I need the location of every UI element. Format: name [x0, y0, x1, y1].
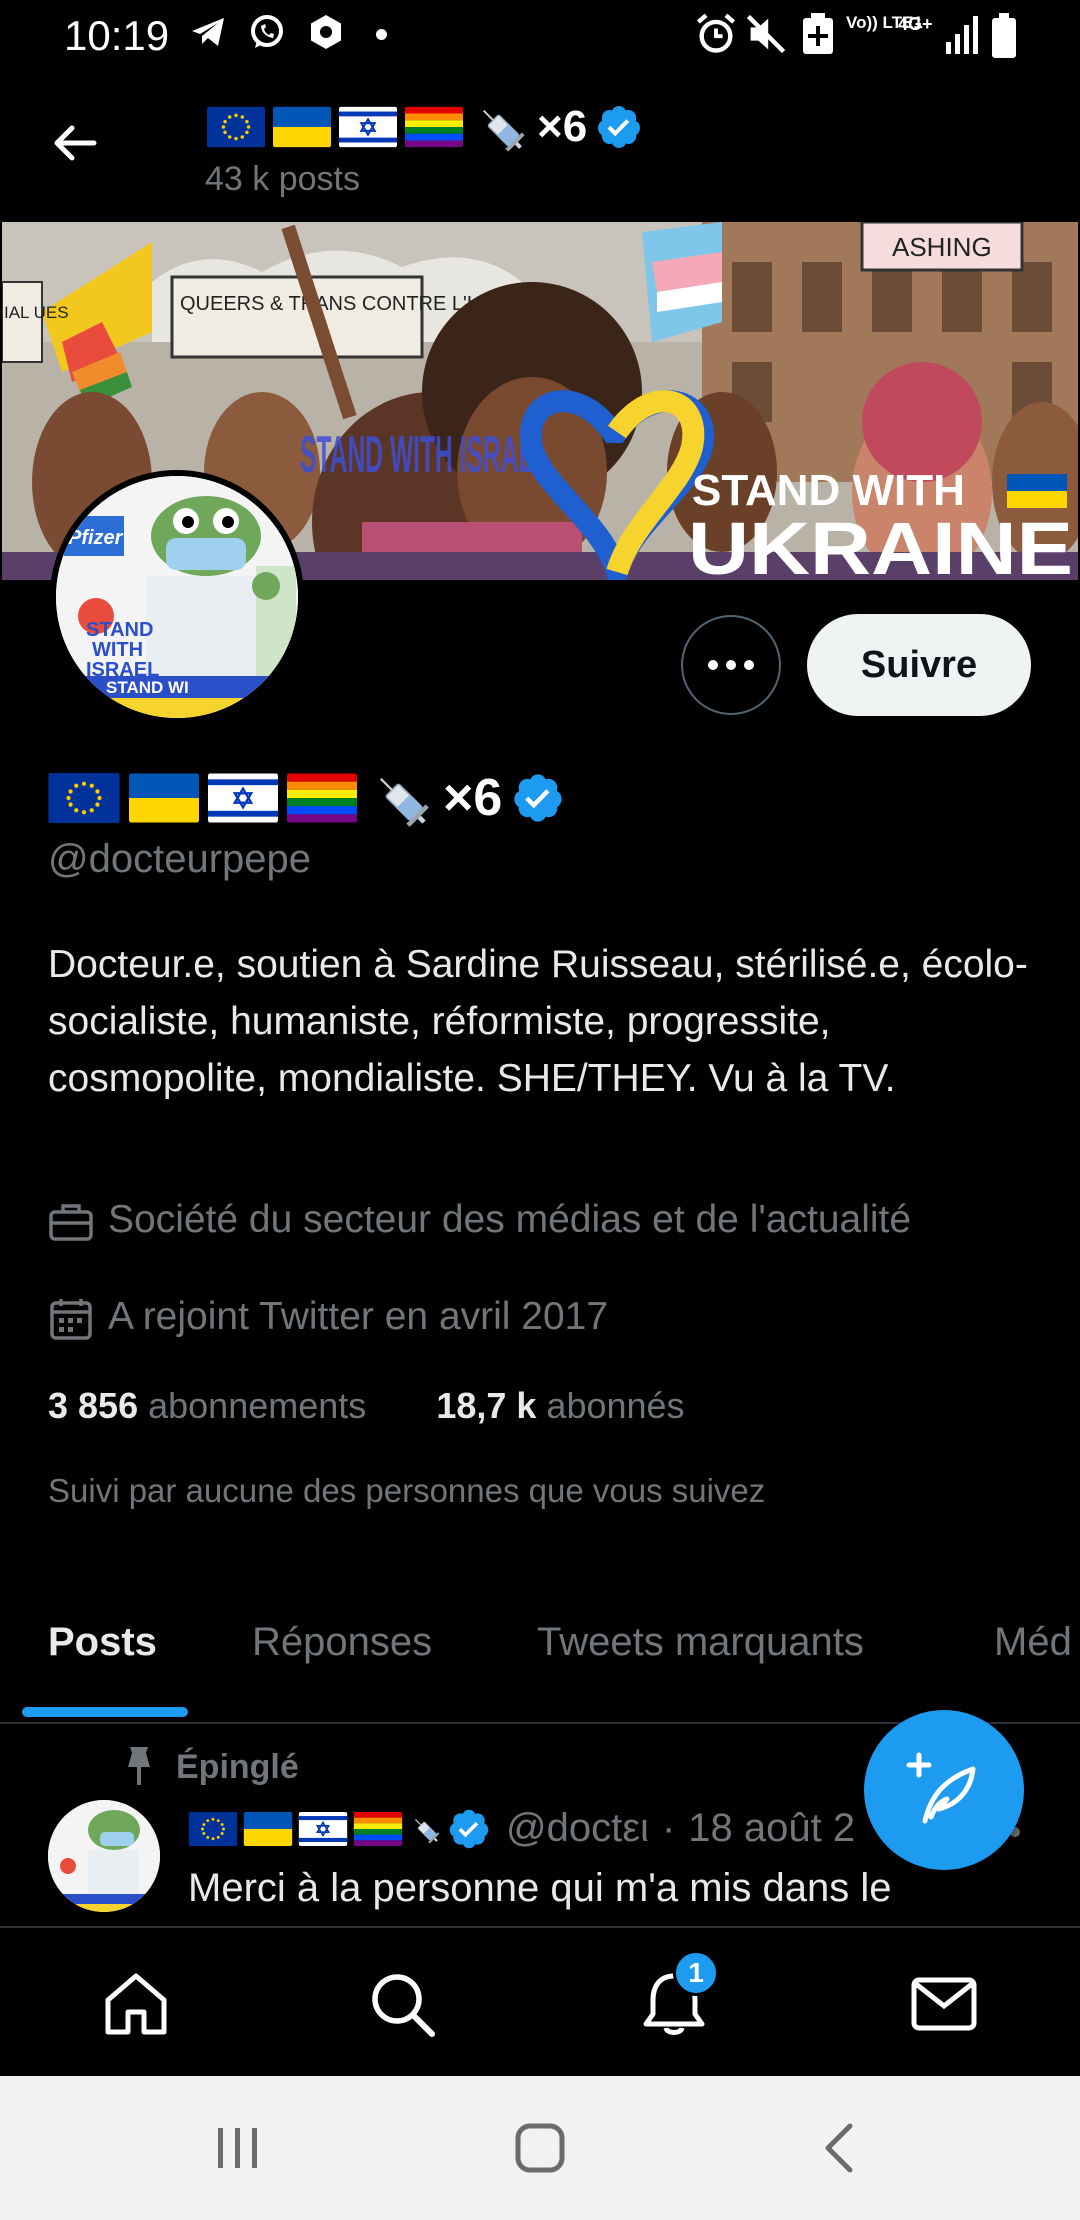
alarm-icon	[696, 13, 736, 53]
syringe-icon	[366, 764, 434, 832]
follow-button[interactable]: Suivre	[807, 614, 1031, 716]
banner-stand-ukraine-2: UKRAINE	[688, 507, 1073, 580]
tweet-header: @doctει · 18 août 2	[188, 1806, 855, 1851]
ukraine-flag-icon	[129, 773, 199, 823]
calendar-icon	[50, 1298, 92, 1340]
banner-sign-right: ASHING	[892, 232, 992, 262]
eu-flag-icon	[207, 106, 265, 148]
tab-highlights[interactable]: Tweets marquants	[537, 1620, 864, 1665]
pin-icon	[128, 1747, 150, 1785]
header-display-name: ×6	[207, 98, 643, 156]
profile-joined-text: A rejoint Twitter en avril 2017	[108, 1295, 609, 1338]
profile-category-text: Société du secteur des médias et de l'ac…	[108, 1198, 912, 1241]
posts-count: 43 k posts	[205, 160, 360, 198]
dot-icon	[376, 29, 387, 40]
net-type-label: 4G+	[898, 14, 933, 34]
banner-sign-far-left: IAL UES	[4, 303, 69, 322]
pride-flag-icon	[353, 1812, 403, 1846]
hexagon-icon	[311, 15, 341, 49]
more-dots-icon	[708, 660, 754, 670]
israel-flag-icon	[298, 1812, 348, 1846]
followers-link[interactable]: 18,7 k abonnés	[436, 1385, 684, 1426]
tweet-handle[interactable]: @doctει	[506, 1806, 649, 1851]
back-arrow-icon[interactable]	[50, 118, 100, 168]
tab-replies[interactable]: Réponses	[252, 1620, 432, 1665]
avatar-ukr-text: STAND WI	[106, 678, 189, 697]
search-icon[interactable]	[366, 1968, 438, 2040]
signal-icon	[946, 16, 978, 54]
syringe-icon	[471, 98, 529, 156]
pinned-indicator: Épinglé	[120, 1745, 299, 1789]
pinned-label: Épinglé	[176, 1747, 299, 1786]
following-link[interactable]: 3 856 abonnements	[48, 1385, 366, 1426]
following-count: 3 856	[48, 1385, 139, 1426]
battery-saver-icon	[803, 13, 833, 54]
system-back-icon[interactable]	[812, 2120, 872, 2176]
profile-category: Société du secteur des médias et de l'ac…	[48, 1200, 1048, 1242]
home-icon[interactable]	[100, 1968, 172, 2040]
verified-badge-icon	[511, 771, 565, 825]
tab-media[interactable]: Méd	[994, 1620, 1072, 1665]
home-square-icon[interactable]	[510, 2120, 570, 2176]
follow-stats: 3 856 abonnements 18,7 k abonnés	[48, 1385, 685, 1427]
israel-flag-icon	[208, 773, 278, 823]
compose-post-button[interactable]	[864, 1710, 1024, 1870]
status-time: 10:19	[64, 12, 170, 59]
more-options-button[interactable]	[681, 615, 781, 715]
tweet-date[interactable]: 18 août 2	[688, 1806, 855, 1851]
battery-icon	[992, 13, 1016, 58]
ukraine-flag-icon	[273, 106, 331, 148]
tab-posts[interactable]: Posts	[48, 1620, 157, 1665]
recent-apps-icon[interactable]	[208, 2120, 268, 2176]
following-label: abonnements	[148, 1385, 367, 1426]
syringe-icon	[408, 1809, 442, 1849]
status-bar: 10:19 Vo)) LTE1 4G+	[0, 0, 1080, 72]
eu-flag-icon	[48, 773, 120, 823]
followed-by-text: Suivi par aucune des personnes que vous …	[48, 1472, 766, 1509]
followers-count: 18,7 k	[436, 1385, 537, 1426]
verified-badge-icon	[447, 1807, 491, 1851]
pride-flag-icon	[287, 773, 357, 823]
eu-flag-icon	[188, 1812, 238, 1846]
briefcase-icon	[49, 1203, 93, 1241]
banner-stand-israel: STAND WITH ISRAEL	[300, 426, 550, 484]
messages-envelope-icon[interactable]	[908, 1968, 980, 2040]
tweet-text: Merci à la personne qui m'a mis dans le	[188, 1866, 892, 1910]
pride-flag-icon	[405, 106, 463, 148]
active-tab-indicator	[22, 1707, 188, 1717]
times-label: ×6	[537, 102, 588, 151]
bottom-navigation	[0, 1926, 1080, 2076]
name-times-label: ×6	[443, 769, 503, 827]
tweet-separator: ·	[661, 1806, 676, 1850]
notification-badge: 1	[673, 1950, 719, 1996]
mute-icon	[746, 14, 786, 54]
profile-avatar[interactable]: Pfizer STAND WITH ISRAEL STAND WI	[50, 470, 304, 724]
followers-label: abonnés	[546, 1385, 685, 1426]
profile-handle: @docteurpepe	[48, 837, 312, 881]
profile-tabs: Posts Réponses Tweets marquants Méd	[0, 1600, 1080, 1724]
profile-bio: Docteur.e, soutien à Sardine Ruisseau, s…	[48, 943, 1028, 1100]
ukraine-flag-icon	[243, 1812, 293, 1846]
verified-badge-icon	[595, 103, 643, 151]
avatar-pfizer-text: Pfizer	[68, 527, 124, 549]
telegram-icon	[192, 18, 224, 46]
profile-joined: A rejoint Twitter en avril 2017	[48, 1295, 608, 1341]
system-navigation-bar	[0, 2076, 1080, 2220]
avatar-stand-text: STAND	[86, 619, 153, 641]
profile-display-name: ×6	[48, 764, 565, 832]
israel-flag-icon	[339, 106, 397, 148]
tweet-avatar[interactable]	[48, 1800, 160, 1912]
compose-feather-icon	[906, 1752, 976, 1824]
avatar-with-text: WITH	[92, 639, 143, 661]
whatsapp-icon	[251, 15, 283, 48]
